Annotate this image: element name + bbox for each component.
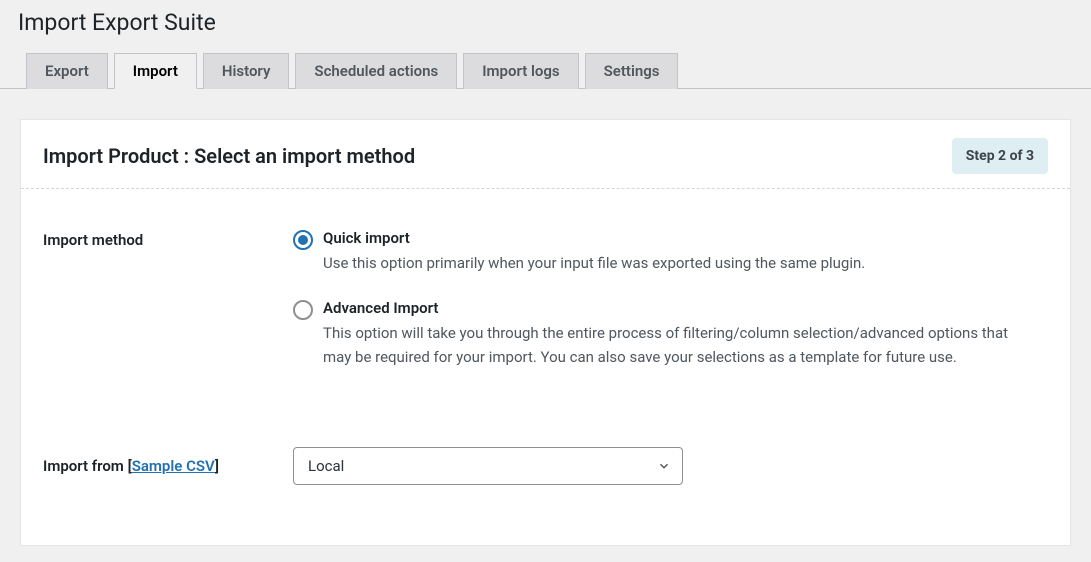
form-body: Import method Quick import Use this opti… [21, 189, 1070, 545]
import-from-selected-value: Local [308, 457, 344, 475]
panel-header: Import Product : Select an import method… [21, 120, 1070, 189]
radio-advanced-title: Advanced Import [323, 299, 1028, 317]
bracket-close: ] [215, 457, 219, 475]
import-method-options: Quick import Use this option primarily w… [293, 229, 1048, 393]
tab-history[interactable]: History [203, 53, 290, 89]
import-from-row: Import from [Sample CSV] Local [43, 447, 1048, 485]
nav-tabs: Export Import History Scheduled actions … [0, 52, 1091, 89]
radio-quick-title: Quick import [323, 229, 1028, 247]
tab-scheduled-actions[interactable]: Scheduled actions [295, 53, 457, 89]
radio-quick-import[interactable] [293, 230, 313, 250]
page-title: Import Export Suite [18, 0, 1091, 40]
tab-import[interactable]: Import [114, 53, 197, 89]
sample-csv-link[interactable]: Sample CSV [132, 457, 215, 475]
radio-advanced-import[interactable] [293, 300, 313, 320]
tab-export[interactable]: Export [26, 53, 108, 89]
import-panel: Import Product : Select an import method… [20, 119, 1071, 546]
tab-import-logs[interactable]: Import logs [463, 53, 578, 89]
radio-quick-desc: Use this option primarily when your inpu… [323, 251, 1028, 275]
radio-quick-text: Quick import Use this option primarily w… [323, 229, 1048, 275]
radio-option-advanced: Advanced Import This option will take yo… [293, 299, 1048, 369]
tab-settings[interactable]: Settings [585, 53, 679, 89]
import-from-prefix: Import from [43, 457, 128, 475]
import-from-value: Local [293, 447, 1048, 485]
import-from-select-wrap: Local [293, 447, 683, 485]
import-from-select[interactable]: Local [293, 447, 683, 485]
step-badge: Step 2 of 3 [952, 138, 1048, 174]
radio-option-quick: Quick import Use this option primarily w… [293, 229, 1048, 275]
panel-title: Import Product : Select an import method [43, 144, 415, 168]
radio-advanced-text: Advanced Import This option will take yo… [323, 299, 1048, 369]
import-method-label: Import method [43, 229, 293, 393]
radio-advanced-desc: This option will take you through the en… [323, 321, 1028, 369]
import-from-label: Import from [Sample CSV] [43, 457, 293, 475]
import-method-row: Import method Quick import Use this opti… [43, 229, 1048, 393]
